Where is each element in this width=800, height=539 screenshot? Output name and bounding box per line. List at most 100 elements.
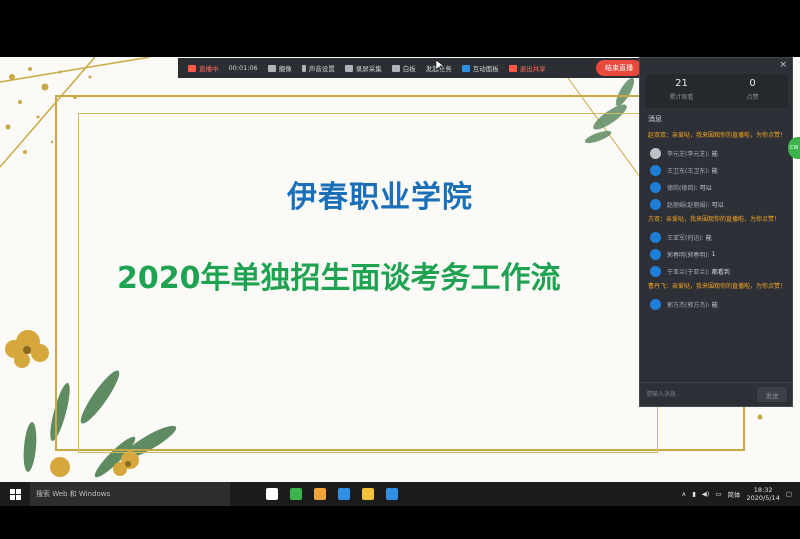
stat-likes: 0 点赞 — [717, 74, 788, 108]
network-icon[interactable]: ▮ — [692, 490, 696, 498]
system-message: 赵双双：亲爱哒，我来围观你的直播啦，为你点赞！ — [648, 132, 787, 139]
message-author: 王卫东(王卫东): — [667, 167, 710, 175]
app-icon-3-glyph — [362, 488, 374, 500]
message-list: 赵双双：亲爱哒，我来围观你的直播啦，为你点赞！ 李元芝(李元芝): 能王卫东(王卫东… — [646, 128, 790, 313]
message-text: 能 — [711, 167, 718, 175]
likes-count: 0 — [749, 78, 756, 89]
audio-label: 声音设置 — [308, 65, 335, 73]
app-icon-1[interactable] — [308, 482, 332, 506]
avatar — [650, 198, 661, 210]
message-author: 郭春明(郭春明): — [667, 251, 710, 259]
message-text: 能 — [711, 301, 718, 309]
slide-title: 伊春职业学院 — [287, 180, 473, 215]
app-icon-2-glyph — [338, 488, 350, 500]
likes-label: 点赞 — [746, 94, 759, 101]
language-indicator[interactable]: 简体 — [728, 489, 741, 499]
app-icon-4[interactable] — [380, 482, 404, 506]
app-icon-4-glyph — [386, 488, 398, 500]
chat-message: 王亚军(何迅): 能 — [646, 229, 790, 245]
message-text: 能 — [705, 234, 712, 242]
live-status: 直播中 — [184, 63, 223, 73]
app-icon-3[interactable] — [356, 482, 380, 506]
live-timer: 00:01:06 — [228, 64, 258, 72]
avatar — [650, 265, 661, 277]
camera-icon — [267, 64, 276, 72]
chat-bubble-icon — [461, 64, 470, 72]
message-text: 能 — [711, 150, 718, 158]
avatar — [650, 164, 661, 176]
app-icon-1-glyph — [314, 488, 326, 500]
message-author: 王亚军(何迅): — [667, 234, 704, 242]
app-icon-2[interactable] — [332, 482, 356, 506]
chat-message: 郭春明(郭春明): 1 — [646, 246, 790, 262]
exit-icon — [508, 64, 517, 72]
avatar — [650, 231, 661, 243]
message-text: 都看到 — [711, 268, 730, 276]
system-message: 方双：亲爱哒，我来围观你的直播啦，为你点赞！ — [648, 216, 781, 223]
tray-arrow-icon[interactable]: ∧ — [681, 490, 686, 498]
message-author: 于亚兰(于亚兰): — [667, 268, 710, 276]
volume-icon[interactable]: ◀) — [702, 490, 710, 498]
start-button[interactable] — [0, 482, 30, 506]
stat-viewers: 21 累计观看 — [646, 74, 717, 108]
system-message: 曹丹飞：亲爱哒，我来围观你的直播啦，为你点赞！ — [648, 283, 787, 290]
capture-label: 录屏采集 — [355, 65, 382, 73]
pinned-apps — [260, 482, 404, 506]
system-tray: ∧ ▮ ◀) ▭ 简体 18:32 2020/5/14 ▢ — [681, 482, 800, 506]
message-author: 李元芝(李元芝): — [667, 150, 710, 158]
notification-icon[interactable]: ▢ — [786, 490, 792, 498]
end-live-button[interactable]: 结束直播 — [596, 60, 642, 76]
camera-button[interactable]: 摄像 — [264, 63, 296, 73]
send-button[interactable]: 发送 — [757, 387, 787, 402]
message-text: 可以 — [711, 201, 724, 209]
message-author: 德岗(德岗): — [667, 184, 698, 192]
live-toolbar: 直播中 00:01:06 摄像 声音设置 录屏采集 白板 发起任务 互动面板 退… — [178, 58, 640, 78]
task-view-icon[interactable] — [260, 482, 284, 506]
whiteboard-button[interactable]: 白板 — [388, 63, 420, 73]
windows-taskbar: 搜索 Web 和 Windows ∧ ▮ ◀) ▭ 简体 18:32 2020/… — [0, 482, 800, 506]
browser-icon[interactable] — [284, 482, 308, 506]
slide-subtitle: 2020年单独招生面谈考务工作流 — [117, 261, 561, 296]
viewers-count: 21 — [675, 78, 688, 89]
taskbar-search[interactable]: 搜索 Web 和 Windows — [30, 482, 230, 506]
close-icon[interactable]: × — [779, 60, 787, 70]
avatar — [650, 298, 661, 310]
side-badge[interactable]: CW — [788, 137, 800, 159]
chat-message: 王卫东(王卫东): 能 — [646, 162, 790, 178]
avatar — [650, 181, 661, 193]
stats-box: 21 累计观看 0 点赞 — [646, 74, 788, 108]
chat-input[interactable]: 请输入消息 — [646, 389, 676, 398]
avatar — [650, 147, 661, 159]
chat-message: 赵丽娟(赵丽娟): 可以 — [646, 196, 790, 212]
microphone-icon — [301, 64, 306, 72]
chat-message: 于亚兰(于亚兰): 都看到 — [646, 263, 790, 279]
chat-message: 郭方杰(郭方杰): 能 — [646, 296, 790, 312]
audio-settings-button[interactable]: 声音设置 — [298, 63, 339, 73]
camera-label: 摄像 — [278, 65, 292, 73]
live-bars-icon — [188, 64, 196, 72]
exit-share-button[interactable]: 退出共享 — [505, 63, 550, 73]
search-placeholder: 搜索 Web 和 Windows — [36, 490, 111, 498]
clock-time: 18:32 — [753, 486, 773, 494]
whiteboard-label: 白板 — [402, 65, 416, 73]
message-author: 郭方杰(郭方杰): — [667, 301, 710, 309]
chat-message: 李元芝(李元芝): 能 — [646, 145, 790, 161]
capture-icon — [344, 64, 353, 72]
browser-icon-glyph — [290, 488, 302, 500]
message-text: 1 — [711, 250, 716, 258]
message-text: 可以 — [699, 184, 712, 192]
task-view-icon-glyph — [266, 488, 278, 500]
clock[interactable]: 18:32 2020/5/14 — [747, 486, 780, 502]
keyboard-icon[interactable]: ▭ — [715, 490, 721, 498]
chat-panel: × 21 累计观看 0 点赞 消息 赵双双：亲爱哒，我来围观你的直播啦，为你点赞… — [639, 57, 793, 407]
exit-share-label: 退出共享 — [519, 65, 546, 73]
viewers-label: 累计观看 — [669, 94, 694, 101]
live-status-label: 直播中 — [199, 65, 219, 73]
capture-button[interactable]: 录屏采集 — [341, 63, 386, 73]
chat-input-row: 请输入消息 发送 — [640, 382, 792, 406]
messages-header: 消息 — [648, 115, 662, 123]
windows-logo-icon — [9, 488, 21, 500]
avatar — [650, 248, 661, 260]
clock-date: 2020/5/14 — [746, 494, 780, 502]
interact-panel-button[interactable]: 互动面板 — [458, 63, 503, 73]
